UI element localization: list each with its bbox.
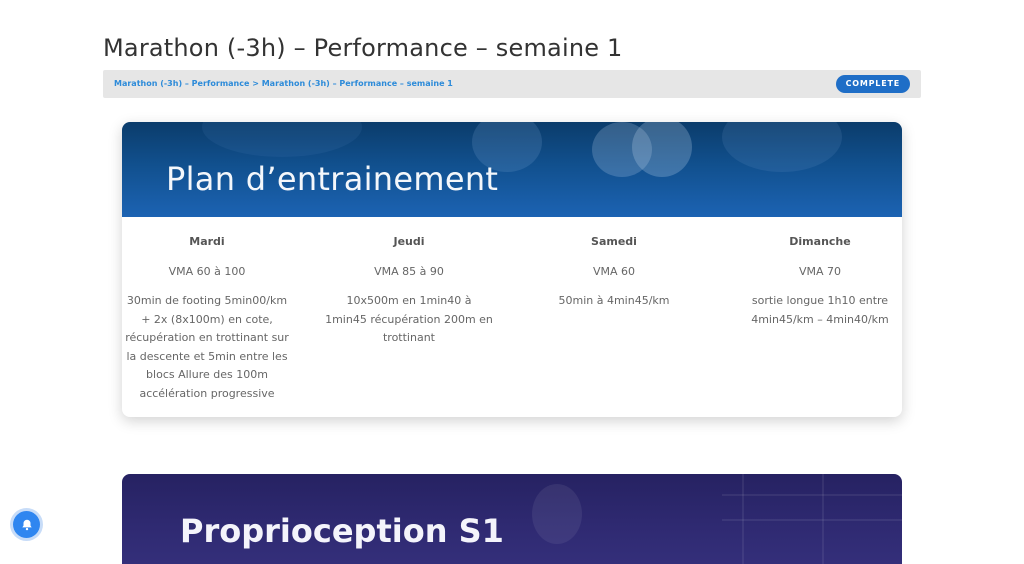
- page-title: Marathon (-3h) – Performance – semaine 1: [103, 34, 623, 62]
- day-description: 50min à 4min45/km: [558, 294, 670, 307]
- breadcrumb-bar: Marathon (-3h) – Performance > Marathon …: [103, 70, 921, 98]
- day-name: Samedi: [591, 235, 637, 248]
- training-plan-card: Plan d’entrainement Mardi VMA 60 à 100 3…: [122, 122, 902, 417]
- bell-icon: [21, 519, 32, 530]
- training-plan-title: Plan d’entrainement: [166, 160, 499, 198]
- day-vma: VMA 60: [592, 265, 636, 278]
- day-name: Jeudi: [393, 235, 425, 248]
- day-description: 30min de footing 5min00/km + 2x (8x100m)…: [125, 294, 289, 400]
- proprioception-card: Proprioception S1: [122, 474, 902, 564]
- notification-button[interactable]: [13, 511, 40, 538]
- proprioception-title: Proprioception S1: [180, 512, 504, 550]
- day-vma: VMA 70: [798, 265, 842, 278]
- day-name: Dimanche: [789, 235, 851, 248]
- breadcrumb-parent-link[interactable]: Marathon (-3h) – Performance: [114, 79, 249, 88]
- training-plan-header: Plan d’entrainement: [122, 122, 902, 217]
- day-vma: VMA 60 à 100: [168, 265, 246, 278]
- breadcrumb-separator: >: [252, 79, 259, 88]
- breadcrumb: Marathon (-3h) – Performance > Marathon …: [114, 79, 453, 88]
- day-vma: VMA 85 à 90: [374, 265, 444, 278]
- breadcrumb-current-link[interactable]: Marathon (-3h) – Performance – semaine 1: [262, 79, 453, 88]
- day-name: Mardi: [189, 235, 225, 248]
- day-description: sortie longue 1h10 entre 4min45/km – 4mi…: [751, 294, 889, 326]
- day-description: 10x500m en 1min40 à 1min45 récupération …: [325, 294, 493, 344]
- complete-status-button[interactable]: COMPLETE: [835, 75, 910, 93]
